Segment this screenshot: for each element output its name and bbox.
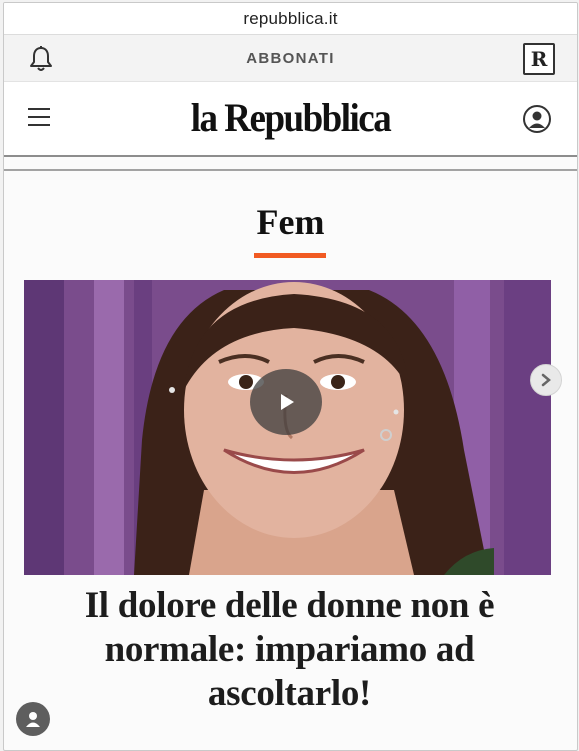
carousel-next-button[interactable] — [530, 364, 562, 396]
address-bar[interactable]: repubblica.it — [4, 3, 577, 35]
section-heading-area: Fem — [4, 171, 577, 281]
url-text: repubblica.it — [243, 8, 338, 28]
site-logo[interactable]: la Repubblica — [191, 95, 392, 141]
user-account-icon[interactable] — [522, 104, 552, 134]
header-divider — [4, 157, 577, 171]
bell-icon[interactable] — [28, 45, 54, 73]
floating-account-button[interactable] — [16, 702, 50, 736]
video-thumbnail[interactable] — [24, 280, 551, 575]
subscribe-link[interactable]: ABBONATI — [246, 50, 334, 67]
section-accent-underline — [254, 253, 326, 258]
section-title[interactable]: Fem — [4, 201, 577, 243]
top-utility-bar: ABBONATI R — [4, 35, 577, 82]
user-icon — [26, 712, 40, 727]
r-logo-badge[interactable]: R — [523, 43, 555, 75]
main-header: la Repubblica — [4, 82, 577, 157]
hamburger-menu-icon[interactable] — [28, 108, 50, 128]
play-icon — [281, 394, 294, 410]
play-button[interactable] — [250, 369, 322, 435]
chevron-right-icon — [541, 373, 551, 387]
article-headline[interactable]: Il dolore delle donne non è normale: imp… — [50, 584, 529, 716]
